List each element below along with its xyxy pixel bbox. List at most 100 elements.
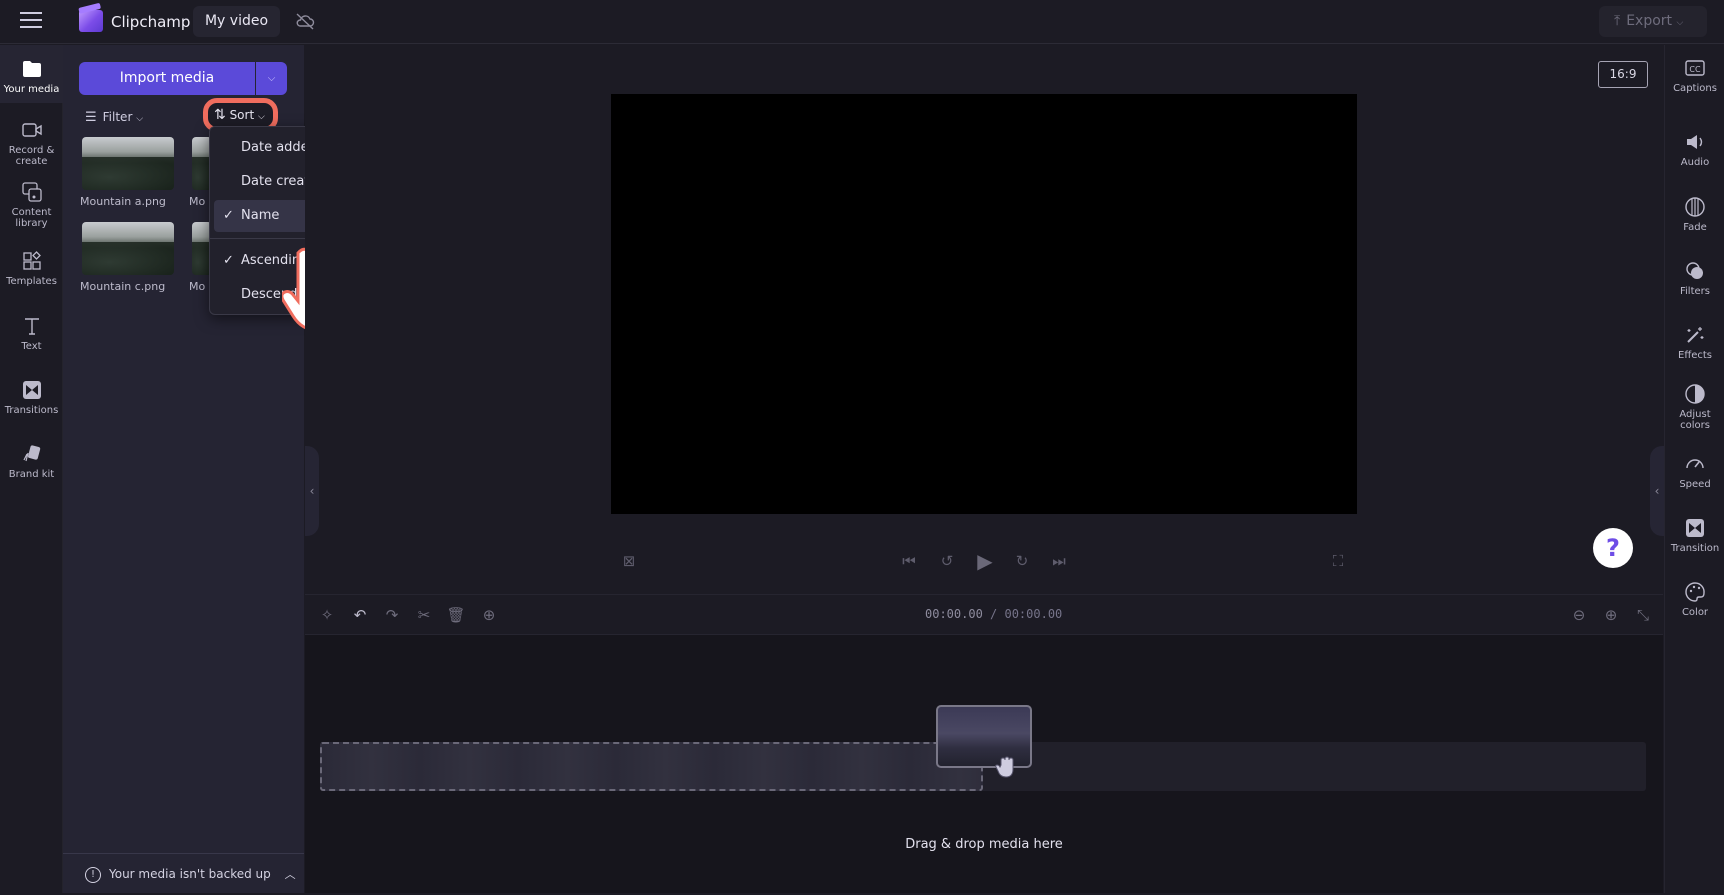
timeline: ✧ ↶ ↷ ✂ 🗑 ⊕ 00:00.00 / 00:00.00 ⊖ ⊕ ⤡ Dr… — [305, 594, 1663, 893]
sidebar-item-label: Content library — [11, 207, 52, 229]
dragged-clip-thumbnail[interactable] — [936, 705, 1032, 768]
drop-hint: Drag & drop media here — [905, 837, 1063, 852]
effects-icon — [1687, 327, 1704, 343]
info-icon: ! — [85, 866, 101, 883]
total-time: 00:00.00 — [1004, 607, 1063, 621]
video-preview[interactable] — [611, 94, 1357, 514]
scissors-icon[interactable]: ✂ — [413, 604, 435, 626]
sidebar-item-transitions[interactable]: Transitions — [0, 379, 63, 416]
sidebar-item-label: Speed — [1679, 479, 1711, 490]
sidebar-item-text[interactable]: Text — [0, 315, 63, 352]
sidebar-item-record-create[interactable]: Record & create — [0, 119, 63, 167]
sidebar-item-templates[interactable]: Templates — [0, 250, 63, 287]
chevron-down-icon: ⌵ — [258, 112, 265, 122]
transitions-icon — [22, 381, 41, 399]
undo-icon[interactable]: ↶ — [349, 604, 371, 626]
media-name: Mountain a.png — [80, 195, 166, 208]
fit-to-screen-icon[interactable]: ⤡ — [1632, 604, 1654, 626]
svg-text:CC: CC — [1689, 65, 1701, 74]
sidebar-item-content-library[interactable]: Content library — [0, 181, 63, 229]
media-thumbnail[interactable] — [82, 137, 174, 190]
sort-arrows-icon: ⇅ — [214, 107, 226, 123]
sidebar-item-color[interactable]: Color — [1665, 581, 1724, 618]
sidebar-item-adjust-colors[interactable]: Adjust colors — [1665, 383, 1724, 431]
import-options-chevron-icon[interactable]: ⌵ — [256, 62, 287, 95]
help-button[interactable]: ? — [1593, 528, 1633, 568]
magic-sparkle-icon[interactable]: ✧ — [316, 604, 338, 626]
option-label: Name — [241, 208, 280, 223]
grab-hand-icon — [995, 756, 1014, 778]
skip-to-end-icon[interactable]: ⏭ — [1048, 550, 1070, 572]
clip-drop-placeholder — [320, 742, 983, 791]
sidebar-item-speed[interactable]: Speed — [1665, 453, 1724, 490]
project-title[interactable]: My video — [193, 6, 280, 37]
cloud-off-icon[interactable] — [295, 12, 315, 30]
fullscreen-icon[interactable]: ⛶ — [1327, 550, 1349, 572]
sidebar-item-your-media[interactable]: Your media — [0, 45, 63, 103]
folder-icon — [22, 61, 41, 77]
preview-area: 16:9 ‹ ‹ ⊠ ⏮ ↺ ▶ ↻ ⏭ ⛶ ? — [305, 45, 1664, 593]
backup-notice[interactable]: ! Your media isn't backed up ︿ — [63, 853, 304, 893]
import-media-button[interactable]: Import media — [79, 62, 255, 95]
export-button[interactable]: ⤒ Export ⌵ — [1599, 6, 1707, 37]
zoom-in-icon[interactable]: ⊕ — [1600, 604, 1622, 626]
chevron-up-icon[interactable]: ︿ — [285, 868, 296, 881]
sidebar-item-fade[interactable]: Fade — [1665, 196, 1724, 233]
checkmark-icon: ✓ — [223, 208, 234, 223]
brand-name: Clipchamp — [111, 13, 191, 31]
sidebar-item-label: Filters — [1680, 286, 1710, 297]
speed-icon — [1686, 459, 1704, 469]
skip-to-start-icon[interactable]: ⏮ — [898, 550, 920, 572]
add-clip-icon[interactable]: ⊕ — [478, 604, 500, 626]
filter-icon: ☰ — [85, 110, 97, 125]
media-thumbnail[interactable] — [82, 222, 174, 275]
play-icon[interactable]: ▶ — [974, 550, 996, 572]
filter-button[interactable]: ☰ Filter ⌵ — [85, 105, 143, 129]
trash-icon[interactable]: 🗑 — [445, 604, 467, 626]
chevron-down-icon: ⌵ — [136, 114, 144, 124]
sidebar-item-label: Effects — [1678, 350, 1712, 361]
filter-label: Filter — [102, 110, 133, 124]
zoom-out-icon[interactable]: ⊖ — [1568, 604, 1590, 626]
collapse-right-panel-icon[interactable]: ‹ — [1650, 446, 1664, 536]
left-sidebar: Your media Record & create Content libra… — [0, 45, 63, 893]
content-library-icon — [21, 182, 42, 202]
forward-5s-icon[interactable]: ↻ — [1011, 550, 1033, 572]
color-palette-icon — [1685, 582, 1705, 602]
sidebar-item-label: Templates — [6, 276, 57, 287]
sidebar-item-audio[interactable]: Audio — [1665, 131, 1724, 168]
top-bar: Clipchamp My video ⤒ Export ⌵ — [0, 0, 1724, 44]
media-name: Mo — [189, 280, 206, 293]
rewind-5s-icon[interactable]: ↺ — [936, 550, 958, 572]
sidebar-item-effects[interactable]: Effects — [1665, 324, 1724, 361]
sidebar-item-brand-kit[interactable]: Brand kit — [0, 443, 63, 480]
collapse-left-panel-icon[interactable]: ‹ — [305, 446, 319, 536]
adjust-colors-icon — [1685, 384, 1705, 404]
sidebar-item-label: Color — [1681, 607, 1709, 618]
captions-icon: CC — [1685, 60, 1705, 76]
text-icon — [24, 318, 39, 335]
time-separator: / — [982, 607, 1005, 621]
brand-kit-icon — [22, 445, 40, 462]
transition-icon — [1686, 519, 1704, 537]
sidebar-item-transition[interactable]: Transition — [1665, 517, 1724, 554]
checkmark-icon: ✓ — [223, 253, 234, 268]
sidebar-item-label: Transition — [1670, 543, 1720, 554]
camera-off-icon[interactable]: ⊠ — [618, 550, 640, 572]
aspect-ratio-button[interactable]: 16:9 — [1598, 61, 1648, 88]
media-name: Mountain c.png — [80, 280, 166, 293]
menu-icon[interactable] — [20, 12, 42, 30]
redo-icon[interactable]: ↷ — [381, 604, 403, 626]
backup-notice-text: Your media isn't backed up — [109, 867, 271, 881]
sidebar-item-label: Your media — [3, 84, 60, 95]
sidebar-item-captions[interactable]: CC Captions — [1665, 57, 1724, 94]
sidebar-item-label: Adjust colors — [1679, 409, 1711, 431]
sidebar-item-label: Audio — [1680, 157, 1710, 168]
sidebar-item-filters[interactable]: Filters — [1665, 260, 1724, 297]
audio-icon — [1687, 135, 1703, 149]
current-time: 00:00.00 — [925, 607, 983, 621]
upload-icon: ⤒ — [1614, 13, 1621, 29]
sidebar-item-label: Fade — [1683, 222, 1707, 233]
filters-icon — [1686, 262, 1703, 279]
video-camera-icon — [21, 123, 42, 137]
